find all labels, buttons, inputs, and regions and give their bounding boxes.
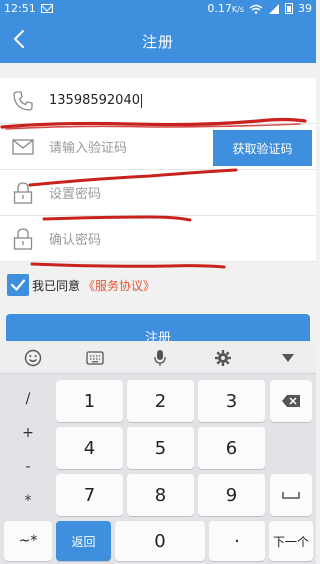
key-6[interactable]: 6 bbox=[198, 427, 265, 469]
check-icon bbox=[10, 279, 26, 291]
settings-gear-icon[interactable] bbox=[214, 349, 232, 367]
keyboard-toolbar bbox=[0, 341, 316, 374]
network-speed: 0.17K/s bbox=[207, 2, 244, 15]
key-9[interactable]: 9 bbox=[198, 474, 265, 516]
key-5[interactable]: 5 bbox=[127, 427, 194, 469]
next-key[interactable]: 下一个 bbox=[269, 521, 313, 561]
symbol-key-minus[interactable]: - bbox=[6, 459, 50, 475]
agreement-checkbox[interactable] bbox=[7, 274, 29, 296]
keyboard-layout-icon[interactable] bbox=[86, 349, 104, 367]
emoji-icon[interactable] bbox=[24, 349, 42, 367]
phone-row: 13598592040 bbox=[0, 78, 316, 124]
key-3[interactable]: 3 bbox=[198, 380, 265, 422]
symbol-key-plus[interactable]: + bbox=[6, 425, 50, 441]
battery-level: 39 bbox=[298, 2, 312, 15]
microphone-icon[interactable] bbox=[151, 349, 169, 367]
password-input[interactable]: 设置密码 bbox=[49, 183, 101, 202]
mail-icon bbox=[12, 138, 34, 155]
back-key[interactable]: 返回 bbox=[56, 521, 111, 561]
symbol-key-slash[interactable]: / bbox=[6, 391, 50, 407]
backspace-icon bbox=[282, 395, 300, 407]
agreement-text: 我已同意 bbox=[32, 278, 81, 293]
key-8[interactable]: 8 bbox=[127, 474, 194, 516]
key-0[interactable]: 0 bbox=[115, 521, 205, 561]
dot-key[interactable]: · bbox=[209, 521, 265, 561]
numeric-keyboard: / + - * 1 2 3 4 5 6 7 8 9 ~* 返回 0 · 下一个 bbox=[0, 341, 316, 564]
phone-icon bbox=[13, 90, 33, 111]
get-code-button[interactable]: 获取验证码 bbox=[213, 130, 312, 166]
signal-icon bbox=[269, 3, 279, 14]
register-form: 13598592040 请输入验证码 设置密码 确认密码 获取验证码 bbox=[0, 78, 316, 262]
phone-input[interactable]: 13598592040 bbox=[49, 93, 142, 108]
key-7[interactable]: 7 bbox=[56, 474, 123, 516]
register-screen: 12:51 0.17K/s 39 注册 13598592040 请输入验证码 设… bbox=[0, 0, 316, 564]
battery-icon bbox=[285, 3, 293, 14]
agreement-row: 我已同意 《服务协议》 bbox=[7, 274, 155, 296]
key-4[interactable]: 4 bbox=[56, 427, 123, 469]
status-time: 12:51 bbox=[4, 2, 36, 15]
status-bar: 12:51 0.17K/s 39 bbox=[0, 0, 316, 17]
backspace-key[interactable] bbox=[270, 380, 312, 422]
service-agreement-link[interactable]: 《服务协议》 bbox=[83, 277, 155, 294]
lock-icon bbox=[13, 227, 33, 250]
lock-icon bbox=[13, 181, 33, 204]
wifi-icon bbox=[249, 4, 263, 14]
symbol-key-asterisk[interactable]: * bbox=[6, 493, 50, 509]
page-title: 注册 bbox=[141, 33, 174, 51]
key-1[interactable]: 1 bbox=[56, 380, 123, 422]
space-icon bbox=[282, 492, 300, 499]
password-row: 设置密码 bbox=[0, 170, 316, 216]
symbol-mode-key[interactable]: ~* bbox=[4, 521, 52, 561]
collapse-keyboard-icon[interactable] bbox=[279, 349, 297, 367]
message-icon bbox=[40, 4, 53, 13]
space-key[interactable] bbox=[270, 474, 312, 516]
confirm-password-row: 确认密码 bbox=[0, 216, 316, 262]
app-header: 注册 bbox=[0, 17, 316, 63]
key-2[interactable]: 2 bbox=[127, 380, 194, 422]
confirm-password-input[interactable]: 确认密码 bbox=[49, 229, 101, 248]
code-input[interactable]: 请输入验证码 bbox=[49, 137, 127, 156]
